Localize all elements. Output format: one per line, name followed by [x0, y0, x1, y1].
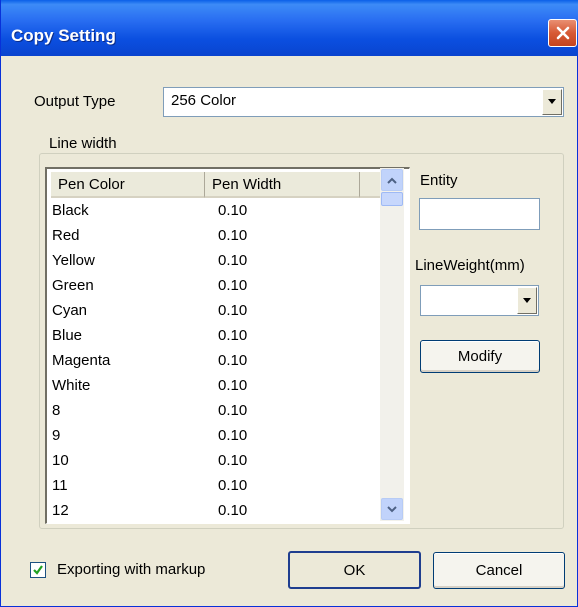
list-item[interactable]: 8 0.10 — [52, 402, 372, 427]
pen-width-cell: 0.10 — [218, 452, 248, 469]
exporting-with-markup-checkbox[interactable] — [30, 562, 46, 578]
pen-color-cell: White — [52, 377, 91, 394]
scroll-up-button[interactable] — [381, 169, 403, 191]
pen-list-header: Pen Color Pen Width — [51, 172, 403, 198]
list-item[interactable]: Cyan 0.10 — [52, 302, 372, 327]
list-item[interactable]: 11 0.10 — [52, 477, 372, 502]
entity-input[interactable] — [419, 198, 540, 230]
pen-width-cell: 0.10 — [218, 202, 248, 219]
pen-width-cell: 0.10 — [218, 327, 248, 344]
output-type-value: 256 Color — [171, 92, 237, 109]
pen-color-cell: Red — [52, 227, 80, 244]
line-weight-select[interactable] — [420, 285, 539, 316]
pen-color-cell: Green — [52, 277, 94, 294]
list-item[interactable]: Green 0.10 — [52, 277, 372, 302]
pen-list[interactable]: Pen Color Pen Width Black 0.10 Red 0.10 Yell… — [45, 167, 410, 524]
cancel-button[interactable]: Cancel — [433, 552, 565, 589]
list-item[interactable]: Red 0.10 — [52, 227, 372, 252]
column-header-pen-width[interactable]: Pen Width — [205, 172, 360, 198]
copy-setting-dialog: Copy Setting Output Type 256 Color Line … — [0, 0, 578, 607]
list-item[interactable]: 9 0.10 — [52, 427, 372, 452]
pen-width-cell: 0.10 — [218, 402, 248, 419]
ok-button[interactable]: OK — [288, 551, 421, 589]
pen-width-cell: 0.10 — [218, 277, 248, 294]
pen-color-cell: Blue — [52, 327, 83, 344]
pen-color-cell: Black — [52, 202, 89, 219]
output-type-dropdown-button[interactable] — [542, 89, 562, 115]
close-icon — [556, 26, 569, 40]
list-item[interactable]: 12 0.10 — [52, 502, 372, 523]
pen-color-cell: Magenta — [52, 352, 111, 369]
pen-color-cell: 8 — [52, 402, 61, 419]
pen-list-scrollbar[interactable] — [380, 168, 404, 521]
line-weight-label: LineWeight(mm) — [415, 257, 525, 274]
list-item[interactable]: 10 0.10 — [52, 452, 372, 477]
pen-width-cell: 0.10 — [218, 352, 248, 369]
pen-color-cell: Cyan — [52, 302, 88, 319]
exporting-with-markup-label[interactable]: Exporting with markup — [57, 561, 205, 578]
pen-width-cell: 0.10 — [218, 502, 248, 519]
line-width-group-label: Line width — [45, 135, 121, 152]
pen-width-cell: 0.10 — [218, 477, 248, 494]
column-header-pen-color[interactable]: Pen Color — [51, 172, 205, 198]
pen-color-cell: 10 — [52, 452, 69, 469]
pen-color-cell: 12 — [52, 502, 69, 519]
pen-color-cell: Yellow — [52, 252, 95, 269]
line-weight-dropdown-button[interactable] — [517, 287, 537, 314]
list-item[interactable]: Yellow 0.10 — [52, 252, 372, 277]
title-bar[interactable]: Copy Setting — [1, 0, 578, 56]
list-item[interactable]: Magenta 0.10 — [52, 352, 372, 377]
dialog-title: Copy Setting — [11, 26, 116, 45]
pen-color-cell: 11 — [52, 477, 68, 494]
output-type-select[interactable]: 256 Color — [163, 87, 564, 117]
list-item[interactable]: White 0.10 — [52, 377, 372, 402]
close-button[interactable] — [548, 19, 577, 47]
pen-width-cell: 0.10 — [218, 377, 248, 394]
pen-color-cell: 9 — [52, 427, 61, 444]
chevron-down-icon — [387, 505, 397, 512]
scroll-down-button[interactable] — [381, 498, 403, 520]
entity-label: Entity — [420, 172, 458, 189]
chevron-down-icon — [548, 99, 556, 104]
scroll-thumb[interactable] — [381, 192, 403, 206]
pen-width-cell: 0.10 — [218, 302, 248, 319]
pen-width-cell: 0.10 — [218, 227, 248, 244]
output-type-label: Output Type — [34, 93, 116, 110]
list-item[interactable]: Blue 0.10 — [52, 327, 372, 352]
modify-button[interactable]: Modify — [420, 340, 540, 373]
pen-width-cell: 0.10 — [218, 427, 248, 444]
chevron-down-icon — [523, 297, 531, 303]
pen-width-cell: 0.10 — [218, 252, 248, 269]
list-item[interactable]: Black 0.10 — [52, 202, 372, 227]
chevron-up-icon — [387, 177, 397, 184]
checkmark-icon — [33, 565, 43, 575]
